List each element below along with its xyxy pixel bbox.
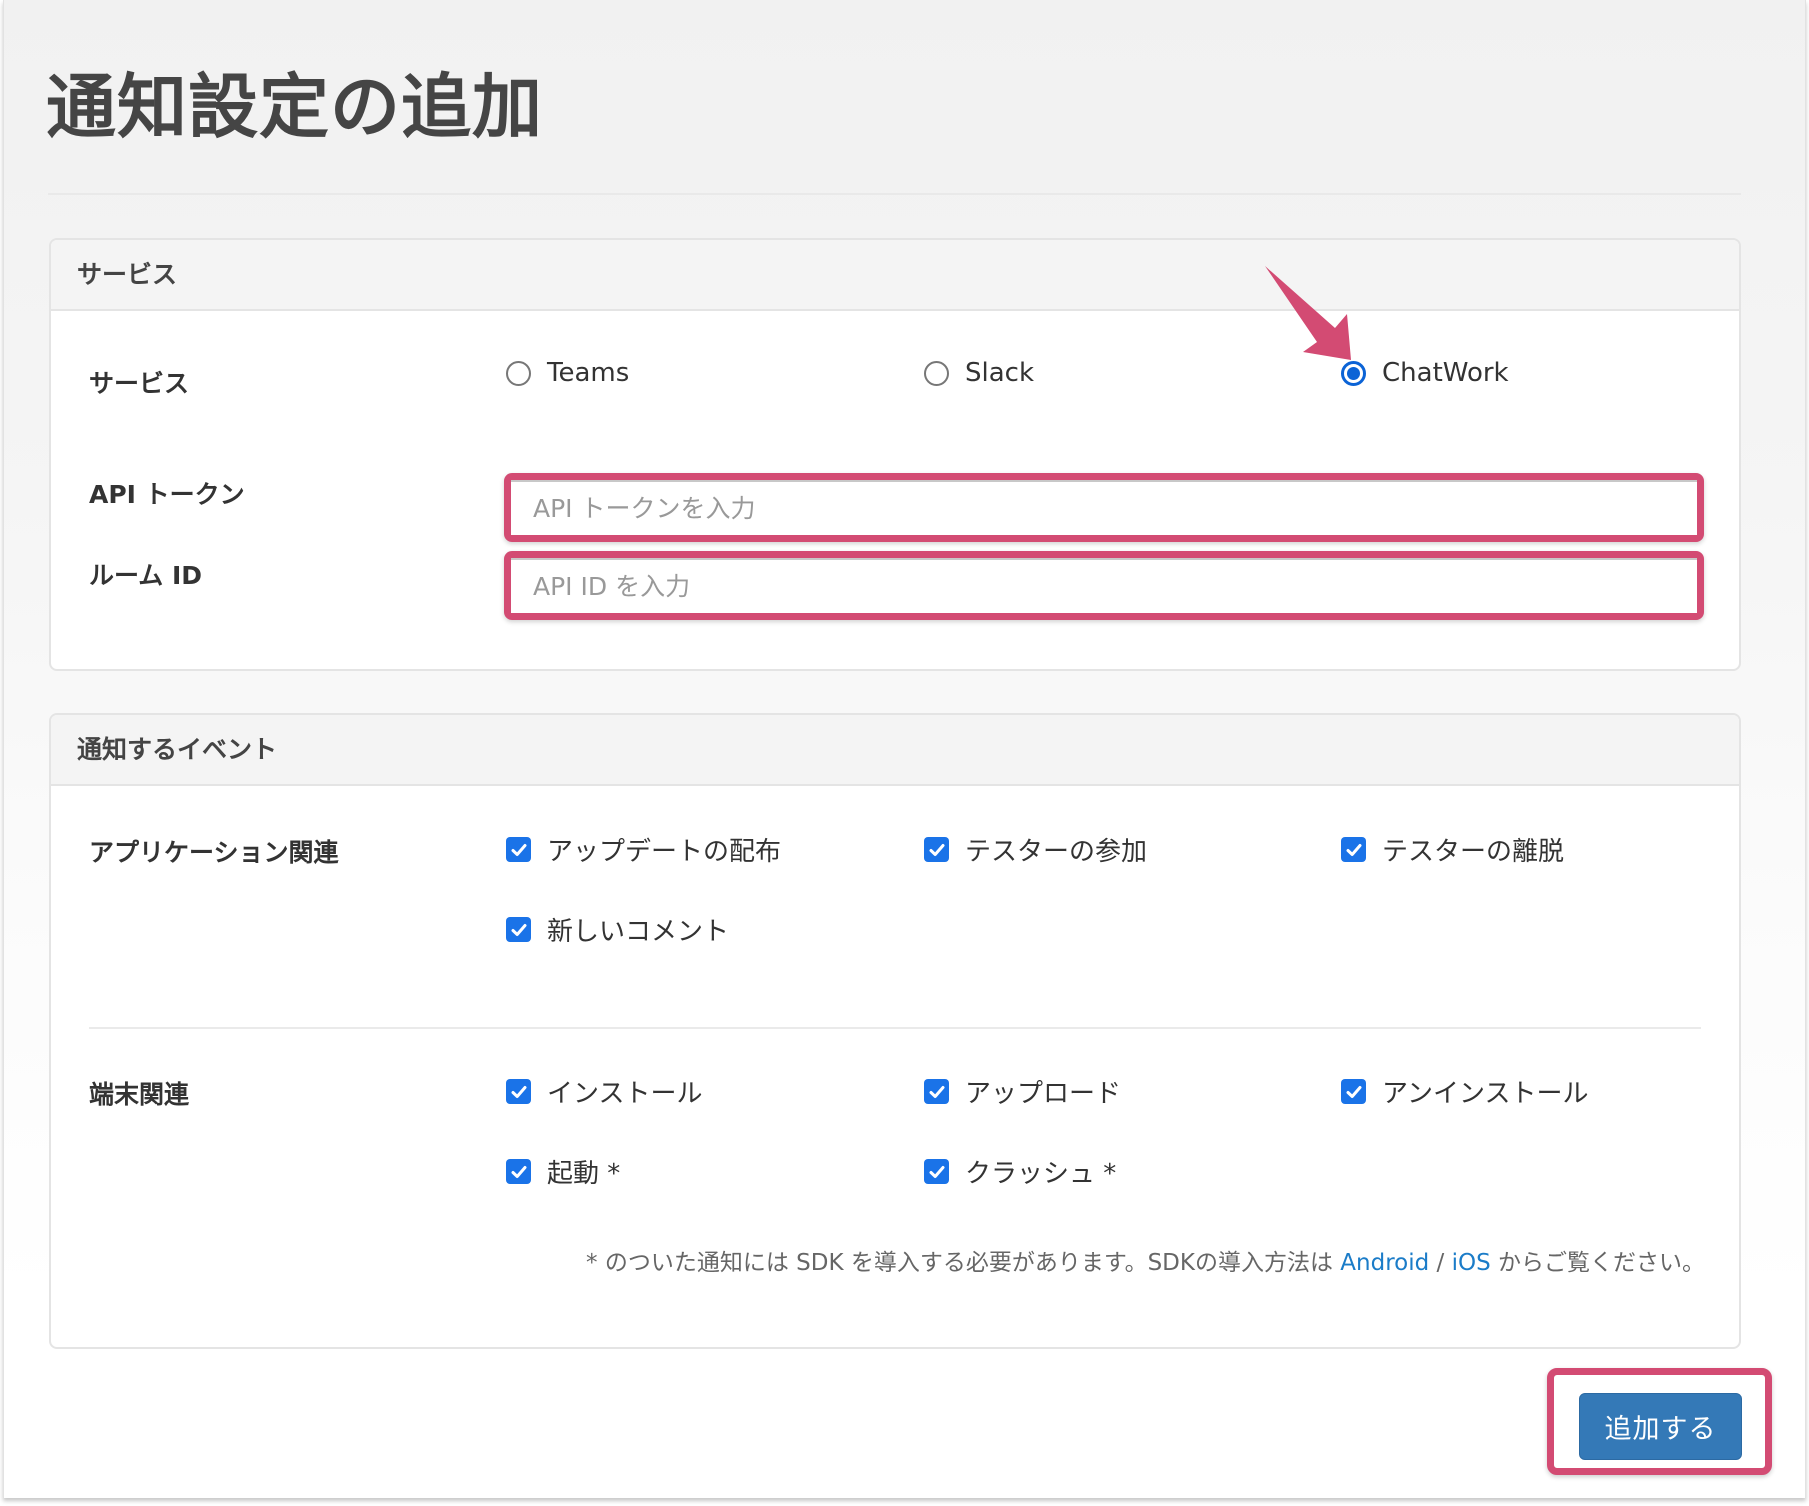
room-id-highlight bbox=[504, 551, 1704, 620]
radio-teams[interactable] bbox=[506, 360, 531, 386]
service-panel-header: サービス bbox=[51, 240, 1739, 311]
title-divider bbox=[48, 193, 1741, 195]
event-uninstall[interactable]: アンインストール bbox=[1341, 1073, 1588, 1110]
ios-link[interactable]: iOS bbox=[1452, 1250, 1491, 1276]
checkbox-checked-icon[interactable] bbox=[506, 1159, 531, 1184]
checkbox-checked-icon[interactable] bbox=[924, 1079, 949, 1104]
page-title: 通知設定の追加 bbox=[46, 66, 543, 148]
checkbox-checked-icon[interactable] bbox=[506, 1079, 531, 1104]
event-label: クラッシュ * bbox=[965, 1159, 1117, 1189]
event-label: インストール bbox=[547, 1079, 703, 1109]
event-label: アップロード bbox=[965, 1079, 1122, 1109]
event-label: 起動 * bbox=[547, 1159, 621, 1189]
submit-highlight: 追加する bbox=[1547, 1368, 1772, 1475]
event-new-comment[interactable]: 新しいコメント bbox=[506, 911, 729, 948]
sdk-note-separator: / bbox=[1429, 1250, 1452, 1276]
event-label: アンインストール bbox=[1382, 1079, 1589, 1109]
sdk-note-prefix: * のついた通知には SDK を導入する必要があります。SDKの導入方法は bbox=[586, 1250, 1341, 1276]
radio-chatwork[interactable] bbox=[1341, 360, 1366, 386]
page-frame: 通知設定の追加 サービス サービス Teams Slack ChatWork A… bbox=[3, 0, 1806, 1498]
checkbox-checked-icon[interactable] bbox=[1341, 1079, 1366, 1104]
checkbox-checked-icon[interactable] bbox=[924, 837, 949, 862]
event-label: テスターの離脱 bbox=[1382, 837, 1565, 867]
event-label: アップデートの配布 bbox=[547, 837, 782, 867]
service-option-teams[interactable]: Teams bbox=[506, 358, 629, 388]
event-tester-leave[interactable]: テスターの離脱 bbox=[1341, 831, 1564, 868]
service-option-slack[interactable]: Slack bbox=[924, 358, 1034, 388]
device-events-label: 端末関連 bbox=[89, 1080, 190, 1109]
service-option-label: Teams bbox=[547, 358, 630, 388]
api-token-input[interactable] bbox=[511, 480, 1697, 535]
event-install[interactable]: インストール bbox=[506, 1073, 702, 1110]
event-upload[interactable]: アップロード bbox=[924, 1073, 1121, 1110]
add-button[interactable]: 追加する bbox=[1579, 1393, 1742, 1460]
api-token-highlight bbox=[504, 473, 1704, 542]
radio-slack[interactable] bbox=[924, 360, 949, 386]
events-panel-header: 通知するイベント bbox=[51, 715, 1739, 786]
room-id-label: ルーム ID bbox=[89, 561, 203, 590]
checkbox-checked-icon[interactable] bbox=[924, 1159, 949, 1184]
app-events-label: アプリケーション関連 bbox=[89, 838, 339, 867]
sdk-note: * のついた通知には SDK を導入する必要があります。SDKの導入方法は An… bbox=[586, 1243, 1705, 1277]
api-token-label: API トークン bbox=[89, 480, 245, 509]
room-id-input[interactable] bbox=[511, 558, 1697, 613]
sdk-note-suffix: からご覧ください。 bbox=[1490, 1250, 1705, 1276]
checkbox-checked-icon[interactable] bbox=[506, 837, 531, 862]
annotation-arrow-icon bbox=[1265, 266, 1351, 360]
event-launch[interactable]: 起動 * bbox=[506, 1153, 620, 1190]
service-option-chatwork[interactable]: ChatWork bbox=[1341, 358, 1509, 388]
event-label: 新しいコメント bbox=[547, 917, 730, 947]
events-panel: 通知するイベント アプリケーション関連 アップデートの配布 テスターの参加 テス… bbox=[49, 713, 1741, 1349]
service-panel: サービス サービス Teams Slack ChatWork API トークン … bbox=[49, 238, 1741, 671]
event-crash[interactable]: クラッシュ * bbox=[924, 1153, 1116, 1190]
android-link[interactable]: Android bbox=[1340, 1250, 1429, 1276]
service-label: サービス bbox=[89, 369, 190, 398]
events-divider bbox=[89, 1027, 1701, 1029]
service-option-label: Slack bbox=[965, 358, 1035, 388]
checkbox-checked-icon[interactable] bbox=[1341, 837, 1366, 862]
service-option-label: ChatWork bbox=[1382, 358, 1509, 388]
event-update-distribution[interactable]: アップデートの配布 bbox=[506, 831, 781, 868]
event-label: テスターの参加 bbox=[965, 837, 1148, 867]
event-tester-join[interactable]: テスターの参加 bbox=[924, 831, 1147, 868]
checkbox-checked-icon[interactable] bbox=[506, 917, 531, 942]
